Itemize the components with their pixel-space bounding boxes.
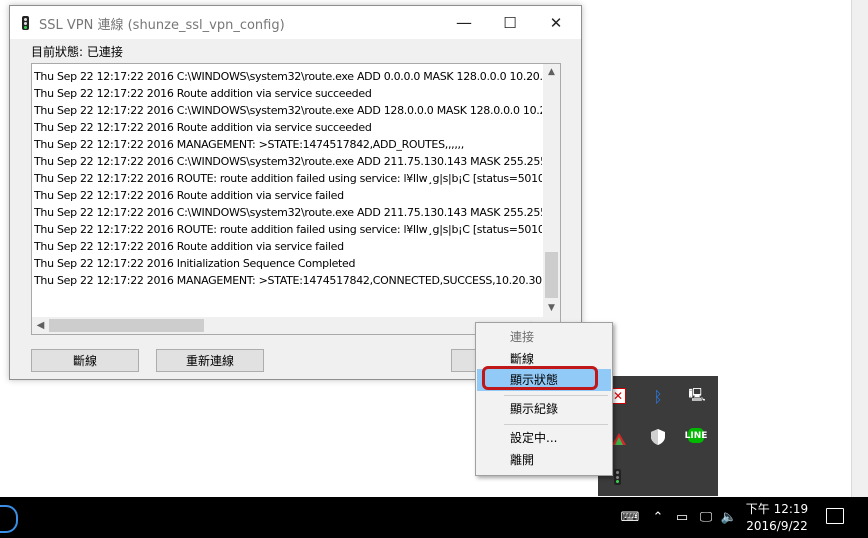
bluetooth-icon[interactable]: ᛒ: [649, 388, 667, 406]
keyboard-icon[interactable]: ⌨: [620, 507, 640, 527]
menu-item-exit[interactable]: 離開: [477, 449, 611, 471]
horizontal-scroll-thumb[interactable]: [49, 319, 204, 332]
network-icon[interactable]: 🖵: [696, 507, 716, 527]
menu-item-connect[interactable]: 連接: [477, 326, 611, 348]
horizontal-scrollbar[interactable]: ◀ ▶: [32, 317, 543, 334]
speaker-mute-icon[interactable]: 🔈: [719, 507, 739, 527]
log-line: Thu Sep 22 12:17:22 2016 C:\WINDOWS\syst…: [34, 155, 542, 168]
log-line: Thu Sep 22 12:17:22 2016 Route addition …: [34, 240, 344, 253]
status-line: 目前狀態: 已連接: [31, 43, 123, 60]
taskbar: ⌨ ⌃ ▭ 🖵 🔈 ㄅ 下午 12:19 2016/9/22: [0, 497, 868, 538]
log-line: Thu Sep 22 12:17:22 2016 Route addition …: [34, 87, 372, 100]
status-value: 已連接: [86, 45, 123, 59]
log-line: Thu Sep 22 12:17:22 2016 C:\WINDOWS\syst…: [34, 206, 542, 219]
minimize-button[interactable]: —: [441, 6, 487, 39]
menu-separator: [504, 395, 608, 396]
title-bar[interactable]: SSL VPN 連線 (shunze_ssl_vpn_config) — ☐ ✕: [10, 6, 581, 39]
menu-item-show-log[interactable]: 顯示紀錄: [477, 398, 611, 420]
traffic-light-icon: [22, 16, 29, 30]
log-line: Thu Sep 22 12:17:22 2016 MANAGEMENT: >ST…: [34, 274, 542, 287]
tray-overflow-panel: ✕ ᛒ 🖳 LINE: [598, 376, 718, 496]
vertical-scroll-thumb[interactable]: [545, 252, 558, 298]
maximize-button[interactable]: ☐: [487, 6, 533, 39]
shield-icon[interactable]: [649, 428, 667, 446]
log-line: Thu Sep 22 12:17:22 2016 MANAGEMENT: >ST…: [34, 138, 464, 151]
log-line: Thu Sep 22 12:17:22 2016 C:\WINDOWS\syst…: [34, 70, 542, 83]
highlight-callout-ring: [482, 366, 598, 390]
background-scrollbar-strip: [851, 0, 868, 497]
window-title: SSL VPN 連線 (shunze_ssl_vpn_config): [39, 18, 285, 33]
scroll-left-arrow-icon[interactable]: ◀: [32, 317, 49, 334]
disconnect-button[interactable]: 斷線: [31, 349, 139, 372]
menu-item-settings[interactable]: 設定中...: [477, 427, 611, 449]
log-line: Thu Sep 22 12:17:22 2016 Route addition …: [34, 121, 372, 134]
clock-date: 2016/9/22: [746, 519, 808, 533]
context-menu: 連接 斷線 顯示狀態 顯示紀錄 設定中... 離開: [475, 322, 613, 476]
monitor-icon[interactable]: 🖳: [688, 388, 706, 406]
log-lines: Thu Sep 22 12:17:22 2016 C:\WINDOWS\syst…: [34, 68, 542, 312]
log-line: Thu Sep 22 12:17:22 2016 Route addition …: [34, 189, 344, 202]
start-globe-icon[interactable]: [0, 505, 18, 533]
traffic-light-icon[interactable]: [614, 469, 621, 485]
reconnect-button[interactable]: 重新連線: [156, 349, 264, 372]
notification-center-icon[interactable]: [826, 508, 844, 524]
battery-icon[interactable]: ▭: [672, 507, 692, 527]
chevron-up-icon[interactable]: ⌃: [648, 507, 668, 527]
scroll-up-arrow-icon[interactable]: ▲: [543, 64, 560, 81]
scroll-down-arrow-icon[interactable]: ▼: [543, 300, 560, 317]
log-text-area[interactable]: Thu Sep 22 12:17:22 2016 C:\WINDOWS\syst…: [31, 63, 561, 335]
clock-time: 下午 12:19: [745, 502, 809, 516]
log-line: Thu Sep 22 12:17:22 2016 Initialization …: [34, 257, 356, 270]
log-line: Thu Sep 22 12:17:22 2016 ROUTE: route ad…: [34, 223, 542, 236]
vertical-scrollbar[interactable]: ▲ ▼: [543, 64, 560, 317]
close-button[interactable]: ✕: [533, 6, 579, 39]
taskbar-clock[interactable]: 下午 12:19 2016/9/22: [744, 501, 810, 535]
menu-separator: [504, 424, 608, 425]
line-chat-icon[interactable]: LINE: [685, 428, 707, 443]
status-label: 目前狀態:: [31, 45, 84, 59]
log-line: Thu Sep 22 12:17:22 2016 C:\WINDOWS\syst…: [34, 104, 542, 117]
log-line: Thu Sep 22 12:17:22 2016 ROUTE: route ad…: [34, 172, 542, 185]
